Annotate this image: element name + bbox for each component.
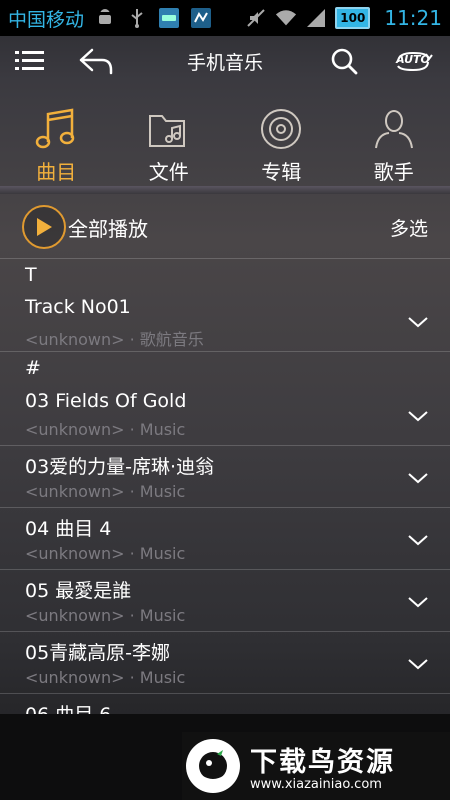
track-subtitle: <unknown> · Music: [25, 544, 186, 563]
list-item[interactable]: 04 曲目 4 <unknown> · Music: [0, 508, 450, 570]
list-item[interactable]: 05 最愛是誰 <unknown> · Music: [0, 570, 450, 632]
tab-label: 歌手: [373, 160, 414, 184]
watermark-title: 下载鸟资源: [250, 747, 395, 778]
list-item[interactable]: 03 Fields Of Gold <unknown> · Music: [0, 384, 450, 446]
android-icon: [94, 7, 116, 29]
play-all-label[interactable]: 全部播放: [68, 213, 148, 242]
carrier-name: 中国移动: [8, 8, 85, 31]
multi-select-button[interactable]: 多选: [390, 196, 428, 258]
tab-albums[interactable]: 专辑: [225, 92, 338, 188]
track-title: 06 曲目 6: [25, 700, 111, 714]
chevron-down-icon[interactable]: [406, 528, 430, 552]
track-title: 03 Fields Of Gold: [25, 390, 187, 412]
section-header: T: [0, 258, 450, 290]
chevron-down-icon[interactable]: [406, 310, 430, 334]
section-header: #: [25, 357, 41, 379]
menu-button[interactable]: [10, 36, 50, 86]
chevron-down-icon[interactable]: [406, 652, 430, 676]
list-item[interactable]: 05青藏高原-李娜 <unknown> · Music: [0, 632, 450, 694]
search-button[interactable]: [324, 36, 364, 86]
list-item[interactable]: Track No01 <unknown> · 歌航音乐: [0, 290, 450, 352]
auto-rotate-button[interactable]: AUTO: [388, 36, 438, 86]
tab-artists[interactable]: 歌手: [338, 92, 450, 188]
music-note-icon: [36, 108, 75, 149]
app-notification-icon: [158, 7, 180, 29]
tab-tracks[interactable]: 曲目: [0, 92, 113, 188]
track-title: 05 最愛是誰: [25, 580, 132, 602]
list-item[interactable]: 06 曲目 6: [0, 694, 450, 714]
back-arrow-icon: [79, 48, 113, 75]
track-title: 03爱的力量-席琳·迪翁: [25, 456, 215, 478]
page-title: 手机音乐: [186, 51, 263, 74]
watermark-text: 下载鸟资源 www.xiazainiao.com: [250, 740, 395, 792]
artist-person-icon: [374, 110, 413, 149]
back-button[interactable]: [74, 36, 118, 86]
album-disc-icon: [261, 109, 302, 149]
divider: [0, 186, 450, 194]
search-icon: [331, 48, 358, 75]
auto-label: AUTO: [396, 53, 430, 66]
track-subtitle: <unknown> · 歌航音乐: [25, 330, 204, 349]
track-subtitle: <unknown> · Music: [25, 482, 186, 501]
watermark: 下载鸟资源 www.xiazainiao.com: [182, 732, 450, 800]
play-all-bar: 全部播放 多选: [0, 196, 450, 258]
battery-indicator: 100: [335, 7, 371, 29]
chevron-down-icon[interactable]: [406, 590, 430, 614]
app-notification-icon: [190, 7, 212, 29]
clock: 11:21: [384, 6, 442, 30]
folder-music-icon: [148, 115, 185, 147]
tab-label: 曲目: [36, 160, 77, 184]
watermark-url: www.xiazainiao.com: [250, 777, 382, 792]
music-app-screen: 中国移动 100 11:21 手机音乐 AUTO 曲目 文件 专辑 歌手 全部播…: [0, 0, 450, 800]
signal-icon: [305, 7, 327, 29]
status-bar: 中国移动 100 11:21: [0, 0, 450, 36]
chevron-down-icon[interactable]: [406, 466, 430, 490]
app-toolbar: 手机音乐 AUTO: [0, 36, 450, 86]
track-title: 04 曲目 4: [25, 518, 112, 540]
tab-label: 文件: [148, 160, 189, 184]
track-subtitle: <unknown> · Music: [25, 668, 186, 687]
usb-icon: [126, 7, 148, 29]
list-item[interactable]: 03爱的力量-席琳·迪翁 <unknown> · Music: [0, 446, 450, 508]
system-status-icons: 100 11:21: [245, 6, 442, 30]
category-tabs: 曲目 文件 专辑 歌手: [0, 92, 450, 188]
menu-icon: [15, 51, 44, 70]
play-icon: [37, 218, 52, 236]
play-all-button[interactable]: [22, 205, 66, 249]
track-title: 05青藏高原-李娜: [25, 642, 171, 664]
notification-icons: [94, 7, 212, 29]
track-subtitle: <unknown> · Music: [25, 420, 186, 439]
track-title: Track No01: [25, 296, 131, 318]
mute-icon: [245, 7, 267, 29]
track-subtitle: <unknown> · Music: [25, 606, 186, 625]
watermark-logo-icon: [186, 739, 240, 793]
tab-label: 专辑: [261, 160, 302, 184]
track-list[interactable]: T Track No01 <unknown> · 歌航音乐 # 03 Field…: [0, 258, 450, 714]
tab-files[interactable]: 文件: [113, 92, 226, 188]
chevron-down-icon[interactable]: [406, 404, 430, 428]
wifi-icon: [275, 7, 297, 29]
